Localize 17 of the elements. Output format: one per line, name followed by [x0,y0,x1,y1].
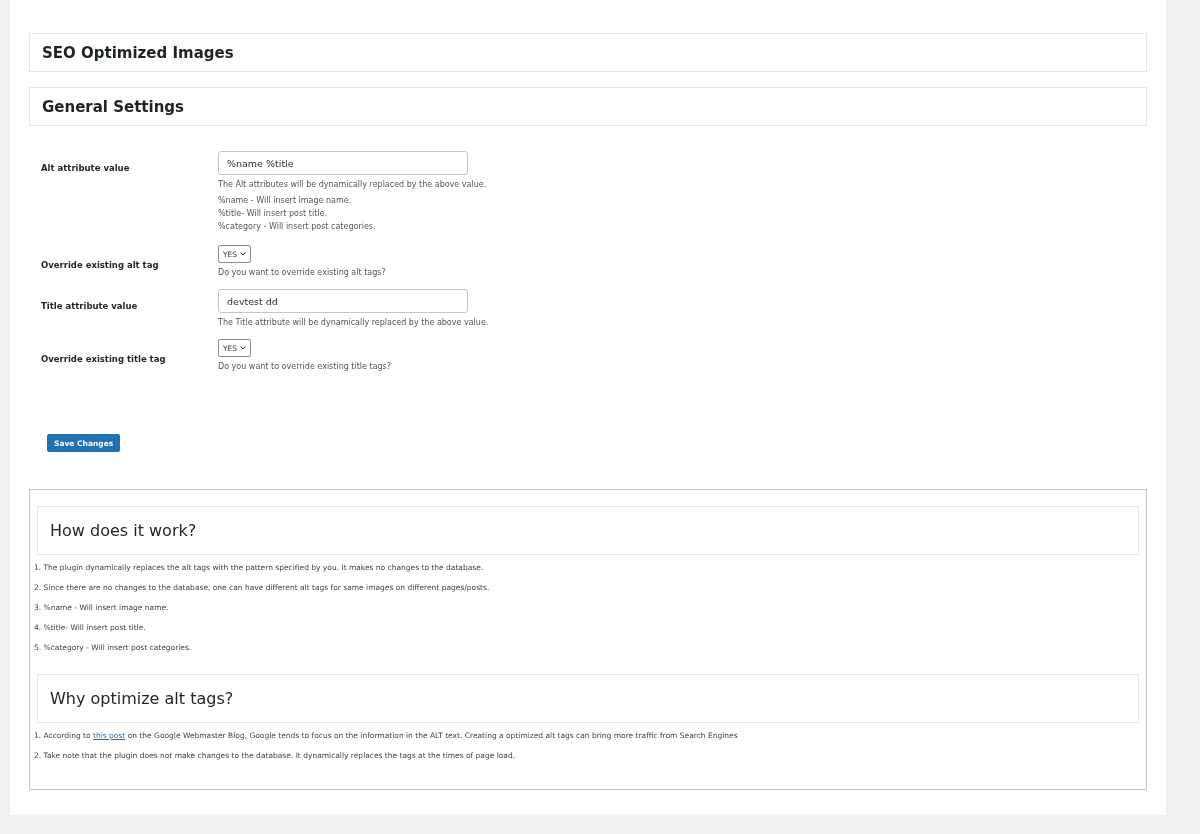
section-header: SEO Optimized Images [29,33,1147,72]
field-label: Override existing alt tag [41,259,160,270]
info-heading: Why optimize alt tags? [37,674,1139,723]
field-label: Alt attribute value [41,162,131,173]
help-text: Do you want to override existing alt tags? [218,268,386,277]
placeholder-notes: %name - Will insert image name. %title- Will insert post title. %category - Will insert post categories. [218,195,377,233]
info-heading: How does it work? [37,506,1139,555]
text-field[interactable]: %name %title [218,151,468,175]
help-text: The Title attribute will be dynamically replaced by the above value. [218,318,489,327]
chevron-down-icon [240,346,247,350]
chevron-down-icon [240,252,247,256]
help-text: Do you want to override existing title tags? [218,362,392,371]
section-header: General Settings [29,87,1147,126]
field-label: Title attribute value [41,300,139,311]
text-field[interactable]: devtest dd [218,289,468,313]
help-text: The Alt attributes will be dynamically replaced by the above value. [218,180,487,189]
field-label: Override existing title tag [41,353,167,364]
